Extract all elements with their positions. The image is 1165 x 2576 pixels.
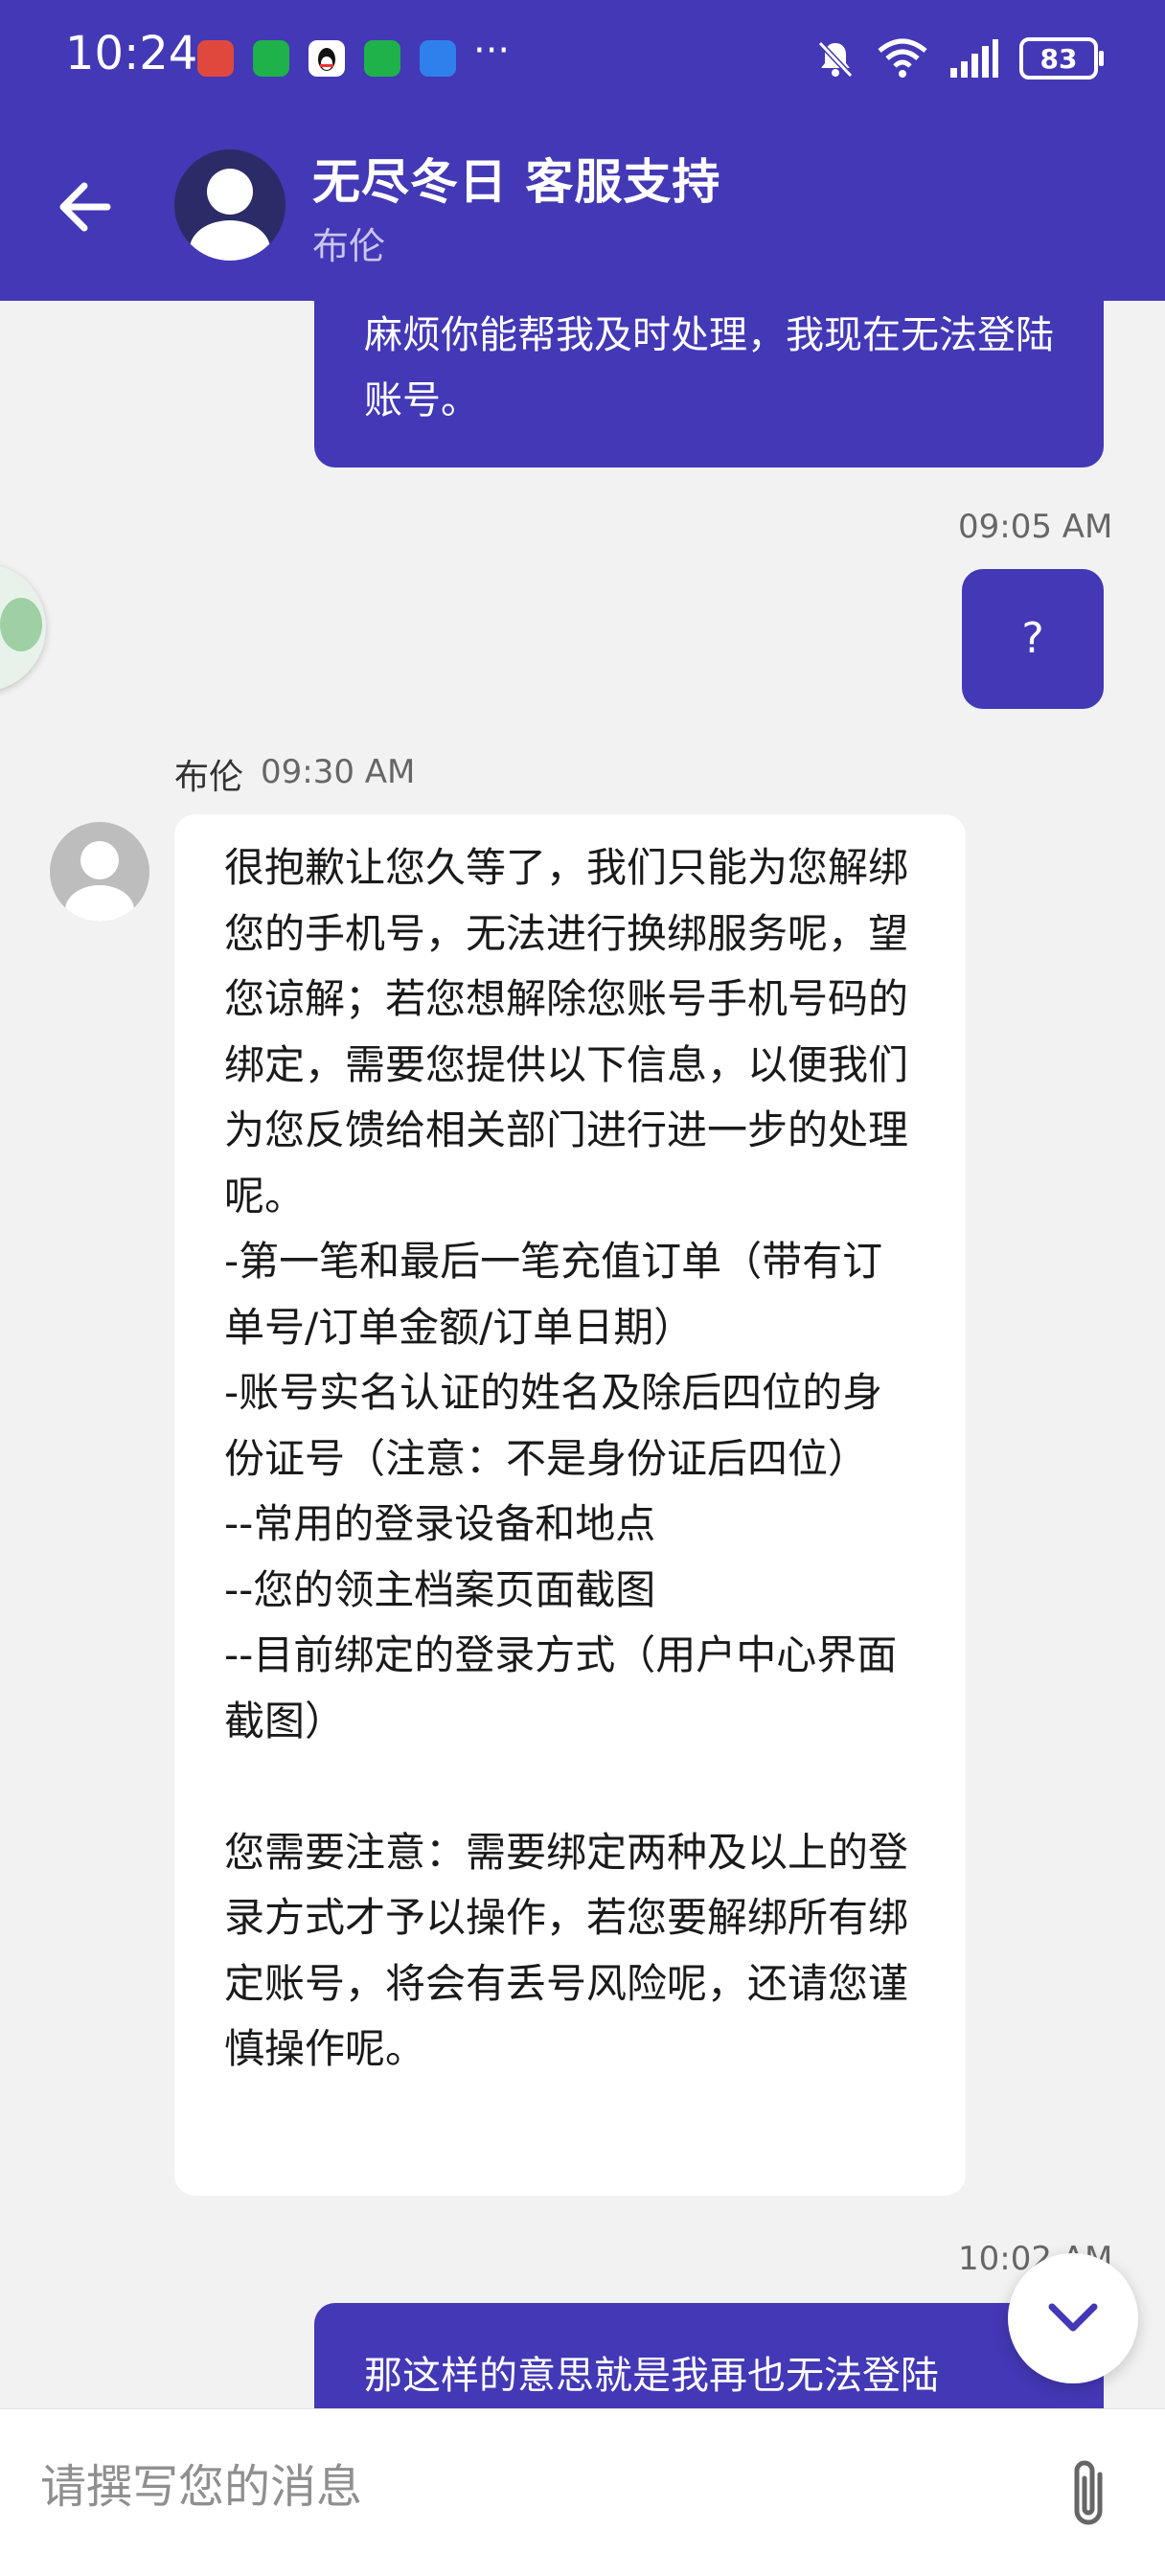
message-text: 那这样的意思就是我再也无法登陆 [364, 2354, 939, 2398]
battery-icon: 83 [1019, 37, 1104, 80]
status-more: ··· [473, 29, 511, 73]
sender-name: 布伦 [174, 758, 244, 797]
message-icon [420, 40, 456, 77]
back-arrow-icon[interactable] [56, 178, 113, 236]
message-text: 麻烦你能帮我及时处理，我现在无法登陆账号。 [364, 313, 1054, 422]
agent-avatar[interactable] [174, 149, 286, 261]
message-text: ? [1021, 614, 1044, 663]
chevron-down-icon [1048, 2303, 1098, 2332]
wechat-icon [253, 40, 289, 77]
signal-icon [950, 39, 998, 78]
incoming-message[interactable]: 很抱歉让您久等了，我们只能为您解绑您的手机号，无法进行换绑服务呢，望您谅解；若您… [174, 814, 966, 2196]
chat-header: 10:24 ··· 83 无尽冬日 客服支持 布伦 [0, 0, 1165, 301]
paperclip-icon[interactable] [1062, 2455, 1115, 2532]
wifi-icon [878, 38, 927, 78]
composer-bar [0, 2408, 1165, 2576]
sender-avatar [50, 822, 149, 922]
message-time: 09:30 AM [261, 753, 416, 791]
status-right: 83 [814, 34, 1104, 82]
message-text: 很抱歉让您久等了，我们只能为您解绑您的手机号，无法进行换绑服务呢，望您谅解；若您… [224, 844, 909, 2072]
scroll-down-button[interactable] [1008, 2253, 1138, 2383]
message-time: 09:05 AM [958, 508, 1113, 546]
outgoing-message[interactable]: ? [962, 569, 1104, 709]
floating-chat-icon[interactable] [0, 563, 46, 692]
mute-bell-icon [817, 40, 854, 79]
message-input[interactable] [38, 2448, 1000, 2526]
chat-title: 无尽冬日 客服支持 [312, 154, 721, 210]
wechat-icon [364, 40, 400, 77]
status-time: 10:24 [65, 27, 198, 80]
red-envelope-icon [197, 40, 234, 77]
qq-icon [308, 40, 345, 77]
chat-subtitle: 布伦 [312, 225, 386, 267]
